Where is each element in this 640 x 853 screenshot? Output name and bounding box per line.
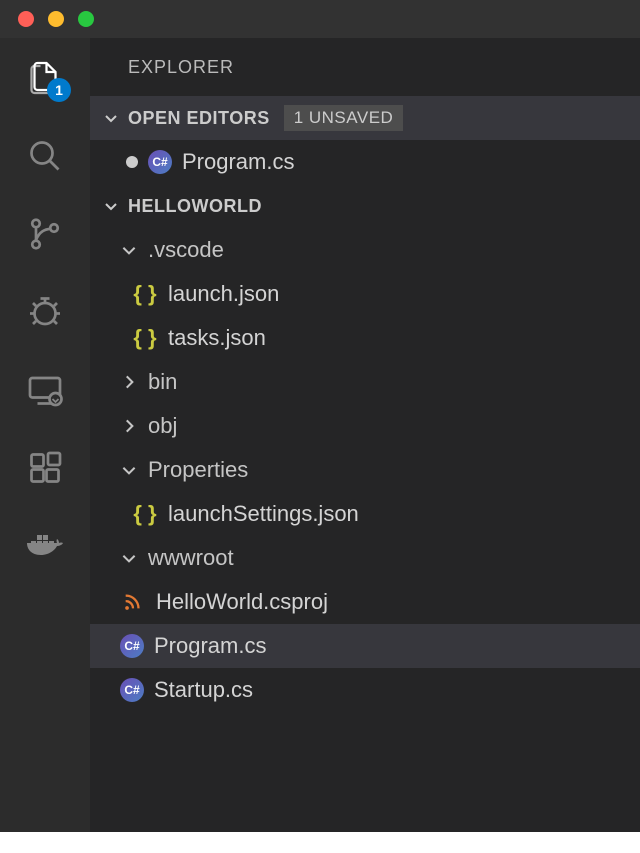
file-item[interactable]: HelloWorld.csproj — [90, 580, 640, 624]
chevron-down-icon — [120, 549, 138, 567]
unsaved-badge: 1 — [47, 78, 71, 102]
file-item[interactable]: { } launch.json — [90, 272, 640, 316]
docker-icon — [25, 531, 65, 561]
extensions-icon — [27, 450, 63, 486]
folder-item[interactable]: wwwroot — [90, 536, 640, 580]
open-editors-label: OPEN EDITORS — [128, 108, 270, 129]
csharp-file-icon: C# — [120, 634, 144, 658]
modified-indicator-icon — [126, 156, 138, 168]
remote-explorer-activity[interactable] — [25, 370, 65, 410]
source-control-activity[interactable] — [25, 214, 65, 254]
file-item[interactable]: C# Program.cs — [90, 624, 640, 668]
chevron-right-icon — [120, 373, 138, 391]
file-item[interactable]: { } launchSettings.json — [90, 492, 640, 536]
item-name: Startup.cs — [154, 677, 253, 703]
item-name: launch.json — [168, 281, 279, 307]
item-name: Program.cs — [154, 633, 266, 659]
source-control-icon — [27, 216, 63, 252]
sidebar-title: EXPLORER — [90, 38, 640, 96]
file-item[interactable]: C# Startup.cs — [90, 668, 640, 712]
item-name: obj — [148, 413, 177, 439]
json-file-icon: { } — [132, 281, 158, 307]
file-name: Program.cs — [182, 149, 294, 175]
debug-icon — [27, 294, 63, 330]
chevron-down-icon — [102, 197, 120, 215]
item-name: .vscode — [148, 237, 224, 263]
file-tree: .vscode { } launch.json { } tasks.json bin obj… — [90, 228, 640, 712]
chevron-down-icon — [120, 241, 138, 259]
folder-item[interactable]: Properties — [90, 448, 640, 492]
csharp-file-icon: C# — [120, 678, 144, 702]
explorer-activity[interactable]: 1 — [25, 58, 65, 98]
extensions-activity[interactable] — [25, 448, 65, 488]
search-activity[interactable] — [25, 136, 65, 176]
item-name: wwwroot — [148, 545, 234, 571]
debug-activity[interactable] — [25, 292, 65, 332]
item-name: Properties — [148, 457, 248, 483]
sidebar: EXPLORER OPEN EDITORS 1 UNSAVED C# Progr… — [90, 38, 640, 832]
open-editors-header[interactable]: OPEN EDITORS 1 UNSAVED — [90, 96, 640, 140]
file-item[interactable]: { } tasks.json — [90, 316, 640, 360]
close-window-button[interactable] — [18, 11, 34, 27]
remote-icon — [27, 372, 63, 408]
chevron-down-icon — [120, 461, 138, 479]
open-editor-item[interactable]: C# Program.cs — [90, 140, 640, 184]
json-file-icon: { } — [132, 325, 158, 351]
workspace-header[interactable]: HELLOWORLD — [90, 184, 640, 228]
maximize-window-button[interactable] — [78, 11, 94, 27]
window: 1 — [0, 0, 640, 832]
minimize-window-button[interactable] — [48, 11, 64, 27]
activity-bar: 1 — [0, 38, 90, 832]
item-name: HelloWorld.csproj — [156, 589, 328, 615]
main-area: 1 — [0, 38, 640, 832]
item-name: bin — [148, 369, 177, 395]
folder-item[interactable]: obj — [90, 404, 640, 448]
csproj-file-icon — [120, 589, 146, 615]
item-name: tasks.json — [168, 325, 266, 351]
docker-activity[interactable] — [25, 526, 65, 566]
chevron-right-icon — [120, 417, 138, 435]
unsaved-count-badge: 1 UNSAVED — [284, 105, 404, 131]
json-file-icon: { } — [132, 501, 158, 527]
item-name: launchSettings.json — [168, 501, 359, 527]
titlebar — [0, 0, 640, 38]
search-icon — [27, 138, 63, 174]
csharp-file-icon: C# — [148, 150, 172, 174]
folder-item[interactable]: .vscode — [90, 228, 640, 272]
folder-item[interactable]: bin — [90, 360, 640, 404]
workspace-name: HELLOWORLD — [128, 196, 262, 217]
chevron-down-icon — [102, 109, 120, 127]
